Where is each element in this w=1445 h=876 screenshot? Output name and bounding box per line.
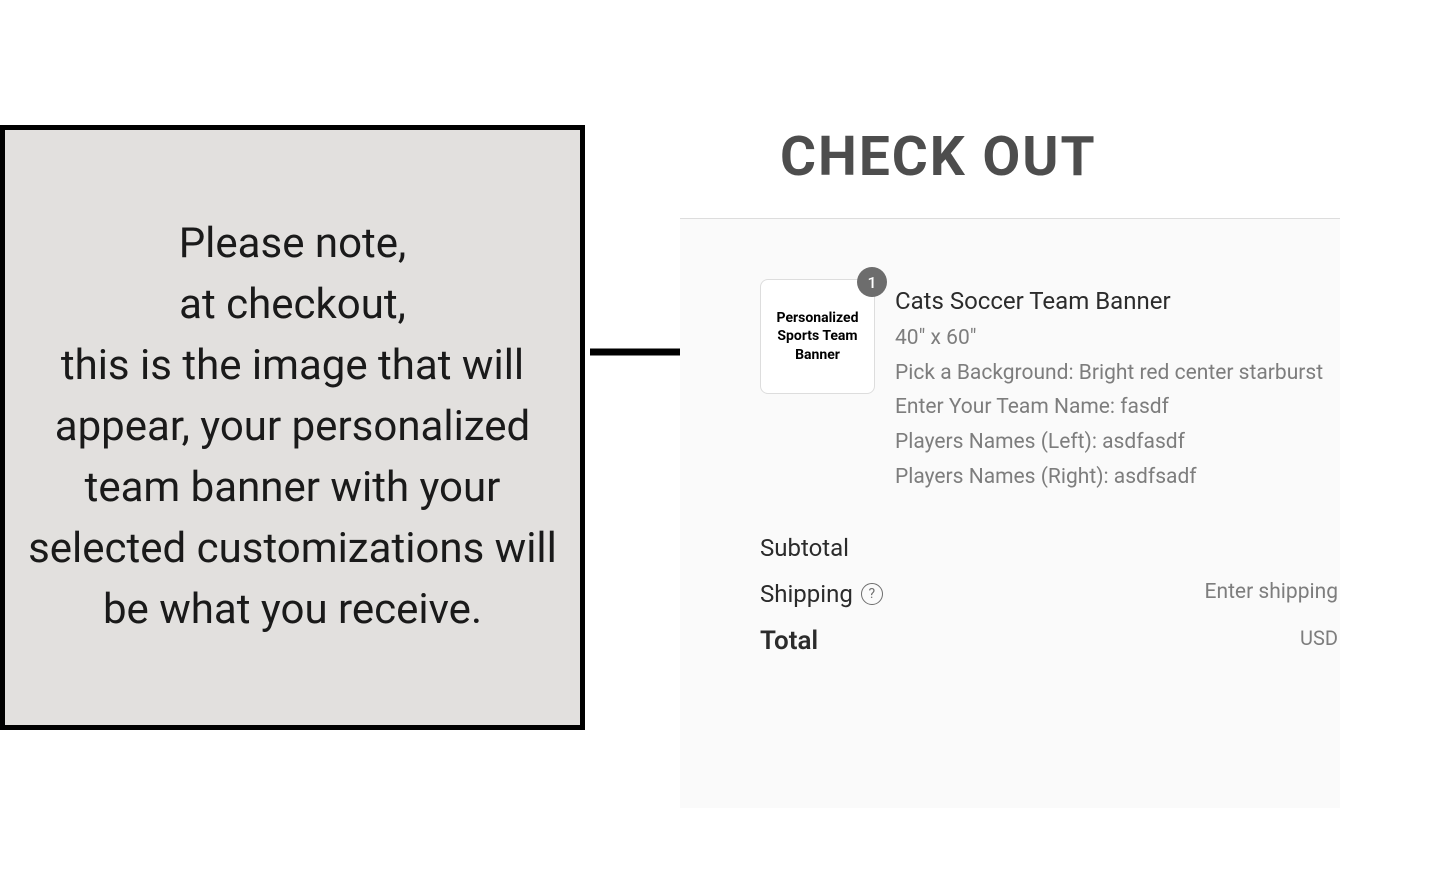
shipping-label-text: Shipping: [760, 580, 853, 608]
checkout-panel: Personalized Sports Team Banner 1 Cats S…: [680, 218, 1340, 808]
total-label: Total: [760, 626, 818, 656]
checkout-heading: CHECK OUT: [780, 125, 1097, 189]
total-currency: USD: [1300, 626, 1338, 656]
help-icon[interactable]: ?: [861, 583, 883, 605]
subtotal-label: Subtotal: [760, 534, 849, 562]
subtotal-row: Subtotal: [760, 534, 1340, 562]
item-players-right: Players Names (Right): asdfsadf: [895, 460, 1340, 495]
shipping-value: Enter shipping: [1205, 580, 1338, 608]
item-background: Pick a Background: Bright red center sta…: [895, 356, 1340, 391]
quantity-badge: 1: [857, 267, 887, 297]
product-thumbnail: Personalized Sports Team Banner: [760, 279, 875, 394]
order-summary: Subtotal Shipping ? Enter shipping Total…: [760, 534, 1340, 656]
item-name: Cats Soccer Team Banner: [895, 287, 1340, 315]
item-players-left: Players Names (Left): asdfasdf: [895, 425, 1340, 460]
shipping-label: Shipping ?: [760, 580, 883, 608]
shipping-row: Shipping ? Enter shipping: [760, 580, 1340, 608]
item-size: 40" x 60": [895, 321, 1340, 356]
note-box: Please note,at checkout,this is the imag…: [0, 125, 585, 730]
item-team-name: Enter Your Team Name: fasdf: [895, 390, 1340, 425]
product-thumbnail-wrap: Personalized Sports Team Banner 1: [760, 279, 875, 494]
line-item: Personalized Sports Team Banner 1 Cats S…: [760, 279, 1340, 494]
total-row: Total USD: [760, 626, 1340, 656]
item-details: Cats Soccer Team Banner 40" x 60" Pick a…: [895, 279, 1340, 494]
note-text: Please note,at checkout,this is the imag…: [25, 214, 560, 640]
